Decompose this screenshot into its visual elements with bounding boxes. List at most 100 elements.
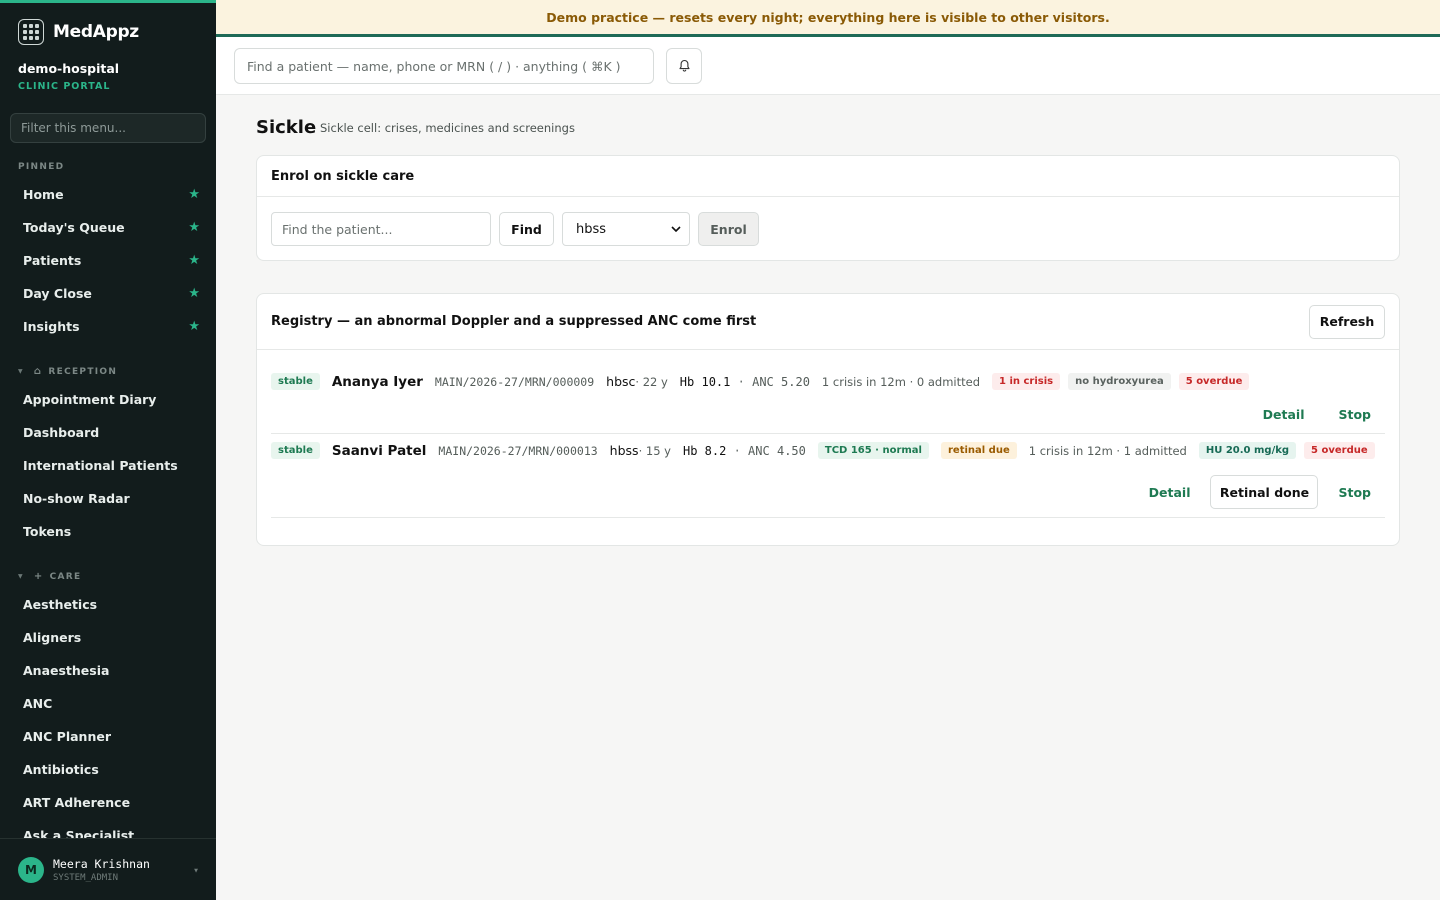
patient-search-input[interactable]	[234, 48, 654, 84]
notifications-button[interactable]	[666, 48, 702, 84]
hb-value: 8.2	[704, 443, 727, 458]
hb-value: 10.1	[701, 374, 731, 389]
star-icon[interactable]: ★	[188, 253, 200, 268]
lab-values: Hb 10.1 · ANC 5.20	[679, 374, 810, 389]
patient-name: Saanvi Patel	[331, 442, 427, 459]
section-label-pinned: PINNED	[18, 162, 65, 172]
overdue-badge: 5 overdue	[1178, 373, 1250, 390]
overdue-badge: 5 overdue	[1304, 442, 1375, 459]
sidebar-item-aesthetics[interactable]: Aesthetics	[0, 588, 216, 621]
bell-icon	[678, 59, 690, 72]
sidebar: MedAppz demo-hospital CLINIC PORTAL PINN…	[0, 0, 216, 900]
tcd-badge: TCD 165 · normal	[817, 442, 929, 459]
section-label-care[interactable]: ▼ + CARE	[18, 571, 81, 582]
stop-button[interactable]: Stop	[1338, 485, 1371, 500]
sidebar-item-anc[interactable]: ANC	[0, 687, 216, 720]
topbar	[216, 37, 1440, 95]
sidebar-item-ask-a-specialist[interactable]: Ask a Specialist	[0, 819, 216, 838]
avatar: M	[18, 856, 44, 883]
refresh-button[interactable]: Refresh	[1309, 304, 1385, 339]
brand[interactable]: MedAppz	[18, 19, 139, 45]
pinned-nav: Home ★ Today's Queue ★ Patients ★ Day Close…	[0, 178, 216, 343]
genotype-select-value: hbss	[576, 221, 607, 237]
enrol-card-title: Enrol on sickle care	[257, 156, 1399, 197]
home-icon: ⌂	[33, 366, 43, 377]
registry-row-summary: stable Saanvi Patel MAIN/2026-27/MRN/000…	[271, 442, 1387, 459]
sidebar-item-dashboard[interactable]: Dashboard	[0, 416, 216, 449]
sidebar-item-international-patients[interactable]: International Patients	[0, 449, 216, 482]
row-actions: Detail Stop	[1229, 407, 1371, 422]
star-icon[interactable]: ★	[188, 319, 200, 334]
find-button[interactable]: Find	[499, 212, 554, 246]
retinal-done-button[interactable]: Retinal done	[1210, 475, 1319, 509]
sidebar-accent-line	[0, 0, 216, 3]
collapse-caret-icon: ▼	[18, 573, 24, 580]
genotype: hbss	[609, 443, 639, 458]
status-badge: stable	[271, 442, 320, 459]
user-info: Meera Krishnan SYSTEM_ADMIN	[53, 857, 150, 883]
user-name: Meera Krishnan	[53, 856, 150, 871]
patient-mrn: MAIN/2026-27/MRN/000013	[438, 443, 598, 458]
genotype: hbsc	[606, 374, 636, 389]
enrol-form: Find hbss Enrol	[257, 197, 1399, 261]
chevron-down-icon	[671, 226, 681, 232]
anc-value: 4.50	[776, 443, 806, 458]
page-subtitle: Sickle cell: crises, medicines and scree…	[320, 121, 575, 135]
sidebar-item-todays-queue[interactable]: Today's Queue ★	[0, 211, 216, 244]
anc-value: 5.20	[781, 374, 810, 389]
row-actions: Detail Retinal done Stop	[1115, 475, 1371, 509]
detail-button[interactable]: Detail	[1263, 407, 1305, 422]
patient-mrn: MAIN/2026-27/MRN/000009	[434, 374, 595, 389]
registry-header: Registry — an abnormal Doppler and a sup…	[257, 294, 1399, 350]
user-role: SYSTEM_ADMIN	[53, 872, 119, 883]
collapse-caret-icon: ▼	[18, 368, 24, 375]
sidebar-item-antibiotics[interactable]: Antibiotics	[0, 753, 216, 786]
brand-name: MedAppz	[53, 22, 139, 42]
sidebar-item-appointment-diary[interactable]: Appointment Diary	[0, 383, 216, 416]
hydroxyurea-badge: no hydroxyurea	[1068, 373, 1171, 390]
page-title: Sickle	[256, 117, 317, 138]
org-subtitle: CLINIC PORTAL	[18, 81, 111, 92]
lab-values: Hb 8.2 · ANC 4.50	[682, 443, 806, 458]
enrol-patient-search-input[interactable]	[271, 212, 491, 246]
reception-nav: Appointment Diary Dashboard Internationa…	[0, 383, 216, 548]
sidebar-item-home[interactable]: Home ★	[0, 178, 216, 211]
user-menu[interactable]: M Meera Krishnan SYSTEM_ADMIN ▼	[0, 838, 216, 900]
enrol-card: Enrol on sickle care Find hbss Enrol	[256, 155, 1400, 261]
section-label-reception[interactable]: ▼ ⌂ RECEPTION	[18, 366, 117, 377]
chevron-down-icon: ▼	[194, 868, 198, 874]
sidebar-item-no-show-radar[interactable]: No-show Radar	[0, 482, 216, 515]
sidebar-item-anc-planner[interactable]: ANC Planner	[0, 720, 216, 753]
sidebar-item-anaesthesia[interactable]: Anaesthesia	[0, 654, 216, 687]
star-icon[interactable]: ★	[188, 187, 200, 202]
registry-row: stable Saanvi Patel MAIN/2026-27/MRN/000…	[271, 434, 1385, 518]
registry-title: Registry — an abnormal Doppler and a sup…	[271, 314, 757, 329]
sidebar-item-art-adherence[interactable]: ART Adherence	[0, 786, 216, 819]
app-logo-icon	[18, 19, 44, 45]
star-icon[interactable]: ★	[188, 286, 200, 301]
patient-age: · 22 y	[635, 374, 668, 389]
registry-row: stable Ananya Iyer MAIN/2026-27/MRN/0000…	[271, 350, 1385, 434]
status-badge: stable	[271, 373, 320, 390]
sidebar-item-tokens[interactable]: Tokens	[0, 515, 216, 548]
plus-icon: +	[33, 571, 44, 582]
genotype-select[interactable]: hbss	[562, 212, 690, 246]
sidebar-item-day-close[interactable]: Day Close ★	[0, 277, 216, 310]
patient-name: Ananya Iyer	[331, 373, 423, 390]
registry-card: Registry — an abnormal Doppler and a sup…	[256, 293, 1400, 546]
hydroxyurea-dose-badge: HU 20.0 mg/kg	[1198, 442, 1297, 459]
sidebar-item-insights[interactable]: Insights ★	[0, 310, 216, 343]
retinal-due-badge: retinal due	[940, 442, 1017, 459]
demo-banner: Demo practice — resets every night; ever…	[216, 0, 1440, 37]
sidebar-item-aligners[interactable]: Aligners	[0, 621, 216, 654]
star-icon[interactable]: ★	[188, 220, 200, 235]
enrol-button[interactable]: Enrol	[698, 212, 759, 246]
registry-row-summary: stable Ananya Iyer MAIN/2026-27/MRN/0000…	[271, 373, 1261, 390]
menu-filter-input[interactable]	[10, 113, 206, 143]
stop-button[interactable]: Stop	[1338, 407, 1371, 422]
detail-button[interactable]: Detail	[1149, 485, 1191, 500]
org-name: demo-hospital	[18, 61, 120, 76]
sidebar-item-patients[interactable]: Patients ★	[0, 244, 216, 277]
crisis-summary: 1 crisis in 12m · 1 admitted	[1028, 443, 1187, 458]
in-crisis-badge: 1 in crisis	[992, 373, 1061, 390]
